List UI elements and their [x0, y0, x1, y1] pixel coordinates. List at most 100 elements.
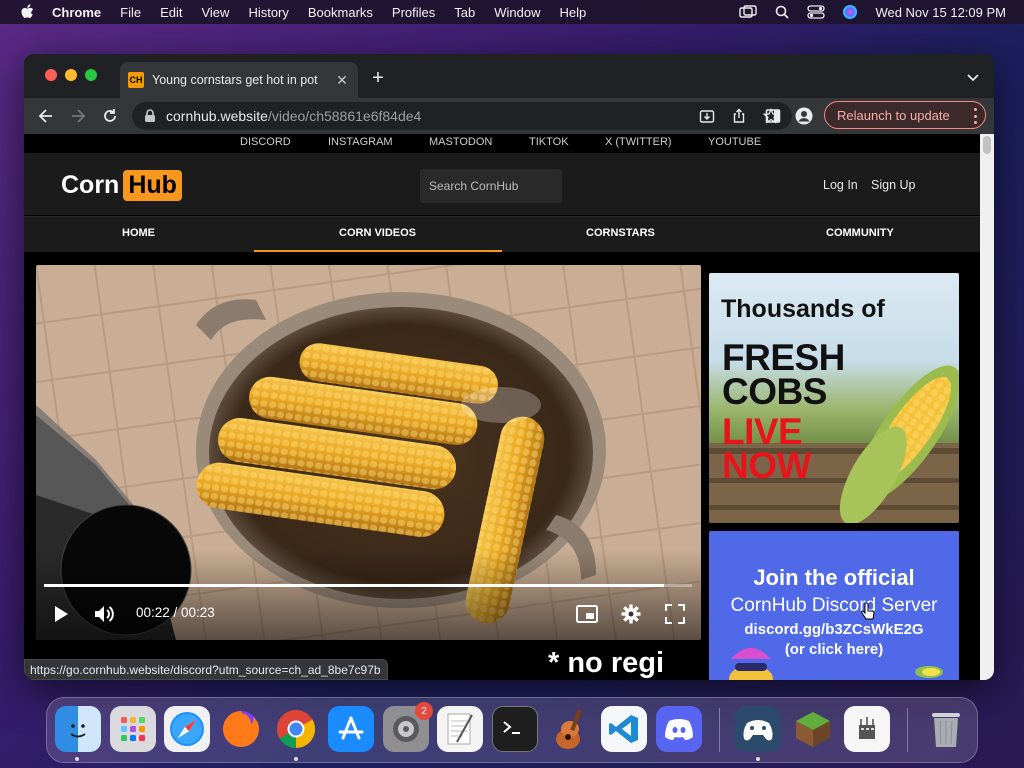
menu-window[interactable]: Window: [494, 5, 540, 20]
no-registration-text: * no regi: [548, 647, 665, 679]
system-settings-icon[interactable]: 2: [383, 702, 433, 752]
finder-icon[interactable]: [55, 706, 101, 752]
forward-button[interactable]: [67, 105, 89, 127]
profile-avatar-icon[interactable]: [793, 105, 815, 127]
page-scrollbar[interactable]: [980, 134, 994, 680]
ad-fresh-cobs-banner[interactable]: Thousands of FRESH COBS LIVE NOW: [709, 273, 959, 523]
active-tab[interactable]: CH Young cornstars get hot in pot ✕: [120, 62, 358, 98]
launchpad-icon[interactable]: [110, 706, 156, 752]
zoom-window-button[interactable]: [85, 69, 97, 81]
player-controls-shade: [36, 550, 701, 640]
video-player[interactable]: 00:22 / 00:23: [36, 265, 701, 640]
tab-strip: CH Young cornstars get hot in pot ✕ +: [24, 54, 994, 98]
site-navigation: HOME CORN VIDEOS CORNSTARS COMMUNITY: [24, 216, 980, 252]
system-information-icon[interactable]: [844, 706, 890, 752]
site-header: Corn Hub Log In Sign Up: [24, 153, 980, 215]
nav-corn-videos[interactable]: CORN VIDEOS: [339, 227, 416, 239]
close-window-button[interactable]: [45, 69, 57, 81]
menu-file[interactable]: File: [120, 5, 141, 20]
site-info-icon[interactable]: [144, 109, 156, 123]
login-link[interactable]: Log In: [823, 178, 858, 192]
app-store-icon[interactable]: [328, 706, 374, 752]
fullscreen-icon[interactable]: [663, 602, 687, 626]
link-hover-status-bubble: https://go.cornhub.website/discord?utm_s…: [24, 659, 388, 680]
minecraft-icon[interactable]: [790, 706, 836, 752]
minimize-window-button[interactable]: [65, 69, 77, 81]
social-links-bar: DISCORD INSTAGRAM MASTODON TIKTOK X (TWI…: [24, 134, 980, 152]
video-progress-bar[interactable]: [44, 584, 692, 587]
nav-home[interactable]: HOME: [122, 227, 155, 239]
menu-edit[interactable]: Edit: [160, 5, 182, 20]
menu-app-name[interactable]: Chrome: [52, 5, 101, 20]
menu-profiles[interactable]: Profiles: [392, 5, 435, 20]
share-icon[interactable]: [730, 106, 748, 126]
siri-icon[interactable]: [841, 4, 859, 20]
ad1-now-text: NOW: [722, 445, 811, 486]
terminal-icon[interactable]: [492, 706, 538, 752]
finder-running-indicator: [75, 757, 79, 761]
social-link-tiktok[interactable]: TIKTOK: [529, 136, 569, 148]
social-link-instagram[interactable]: INSTAGRAM: [328, 136, 393, 148]
tab-search-chevron-icon[interactable]: [966, 70, 980, 82]
ad-discord-banner[interactable]: Join the official CornHub Discord Server…: [709, 531, 959, 680]
menu-bookmarks[interactable]: Bookmarks: [308, 5, 373, 20]
chrome-menu-icon[interactable]: [973, 108, 977, 124]
ad1-cobs-text: COBS: [722, 371, 827, 412]
menu-help[interactable]: Help: [560, 5, 587, 20]
url-host: cornhub.website: [166, 108, 268, 124]
side-panel-icon[interactable]: [762, 105, 784, 127]
social-link-x-twitter[interactable]: X (TWITTER): [605, 136, 672, 148]
ad2-invite-link[interactable]: discord.gg/b3ZCsWkE2G: [709, 621, 959, 638]
vscode-icon[interactable]: [601, 706, 647, 752]
menubar-clock[interactable]: Wed Nov 15 12:09 PM: [875, 5, 1006, 20]
volume-icon[interactable]: [93, 602, 117, 626]
address-bar[interactable]: cornhub.website/video/ch58861e6f84de4: [132, 102, 792, 130]
safari-icon[interactable]: [164, 706, 210, 752]
install-app-icon[interactable]: [698, 106, 716, 126]
ad1-fresh-text: FRESH: [722, 337, 845, 378]
new-tab-button[interactable]: +: [368, 67, 388, 89]
site-logo[interactable]: Corn Hub: [61, 167, 182, 203]
relaunch-to-update-button[interactable]: Relaunch to update: [824, 101, 986, 129]
trash-icon[interactable]: [923, 706, 969, 752]
dock-separator: [719, 708, 720, 752]
social-link-discord[interactable]: DISCORD: [240, 136, 291, 148]
control-center-icon[interactable]: [807, 4, 826, 20]
nav-cornstars[interactable]: CORNSTARS: [586, 227, 655, 239]
signup-link[interactable]: Sign Up: [871, 178, 915, 192]
picture-in-picture-icon[interactable]: [575, 602, 599, 626]
ad2-mascot-illustration: [729, 648, 773, 680]
ad2-headline: Join the official: [753, 565, 915, 590]
social-link-youtube[interactable]: YOUTUBE: [708, 136, 761, 148]
back-button[interactable]: [35, 105, 57, 127]
browser-toolbar: cornhub.website/video/ch58861e6f84de4 Re…: [24, 98, 994, 134]
menu-view[interactable]: View: [201, 5, 229, 20]
nav-community[interactable]: COMMUNITY: [826, 227, 894, 239]
active-nav-indicator: [254, 250, 502, 252]
spotlight-search-icon[interactable]: [773, 4, 791, 20]
site-search-input[interactable]: [420, 169, 562, 203]
textedit-icon[interactable]: [437, 706, 483, 752]
macos-dock: 2: [46, 697, 978, 763]
close-tab-icon[interactable]: ✕: [334, 72, 350, 88]
menu-tab[interactable]: Tab: [454, 5, 475, 20]
dock-separator-trash: [907, 708, 908, 752]
play-icon[interactable]: [49, 602, 73, 626]
garageband-icon[interactable]: [547, 706, 593, 752]
screen-mirroring-icon[interactable]: [739, 4, 758, 20]
game-controller-app-icon[interactable]: [735, 706, 781, 752]
social-link-mastodon[interactable]: MASTODON: [429, 136, 492, 148]
chrome-running-indicator: [294, 757, 298, 761]
menubar-status-area: Wed Nov 15 12:09 PM: [723, 0, 1006, 24]
firefox-icon[interactable]: [218, 706, 264, 752]
video-time-display: 00:22 / 00:23: [136, 605, 215, 620]
reload-button[interactable]: [99, 105, 121, 127]
scrollbar-thumb[interactable]: [983, 136, 991, 154]
apple-menu-icon[interactable]: [20, 4, 34, 20]
chrome-icon[interactable]: [273, 706, 319, 752]
settings-gear-icon[interactable]: [619, 602, 643, 626]
discord-icon[interactable]: [656, 706, 702, 752]
site-favicon-icon: CH: [128, 72, 144, 88]
relaunch-label: Relaunch to update: [837, 107, 950, 123]
menu-history[interactable]: History: [248, 5, 288, 20]
